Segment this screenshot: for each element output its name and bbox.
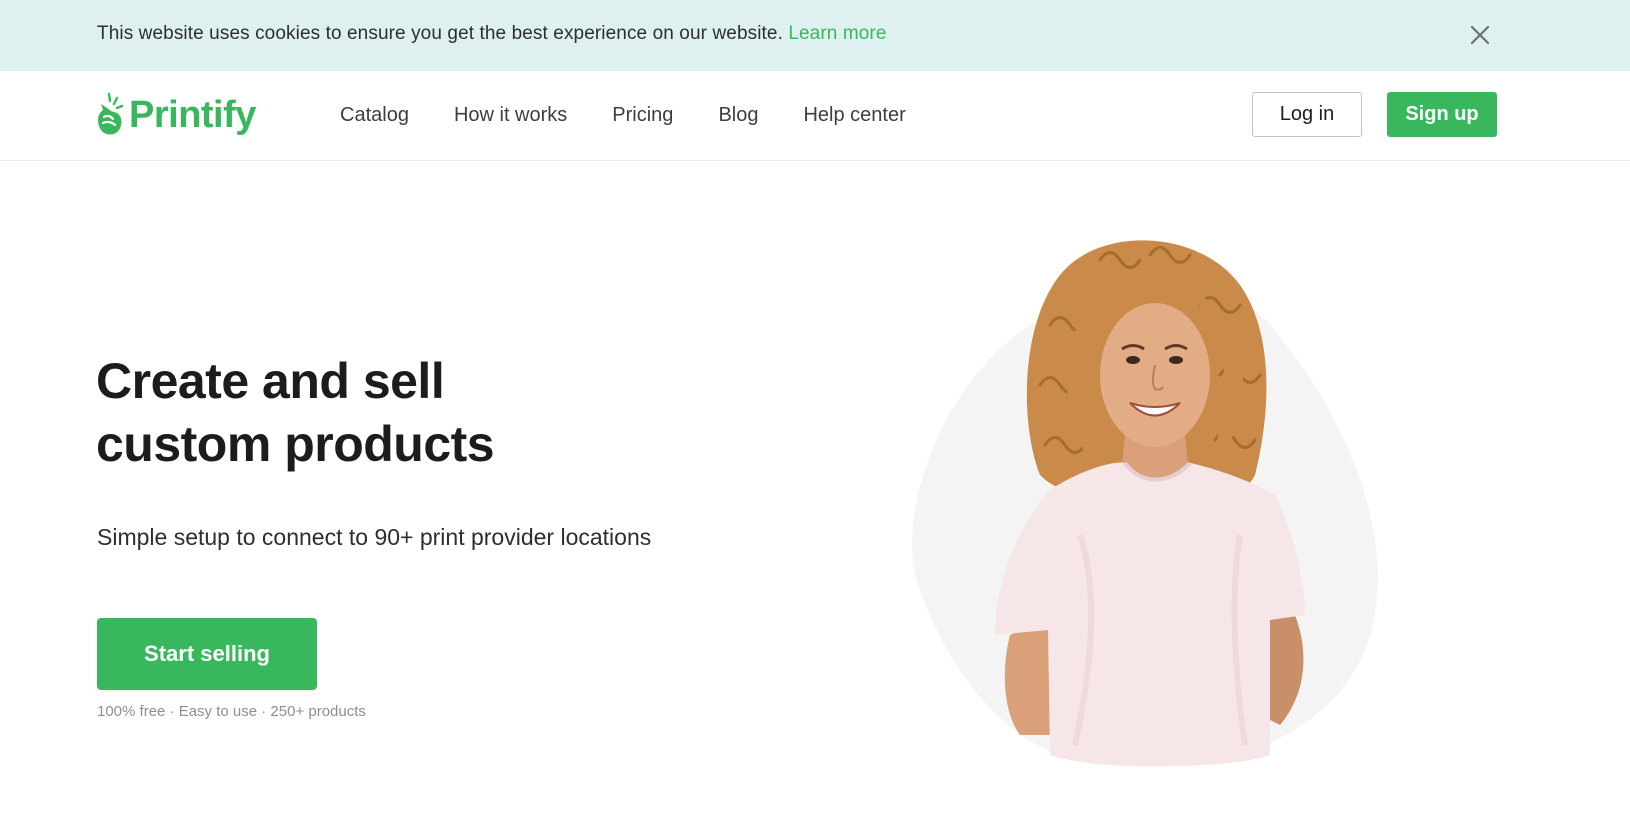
login-button[interactable]: Log in <box>1252 92 1362 137</box>
printify-hand-icon <box>98 92 124 135</box>
main-nav: Catalog How it works Pricing Blog Help c… <box>340 104 951 127</box>
logo-text: Printify <box>129 93 256 136</box>
hero-subtitle: Simple setup to connect to 90+ print pro… <box>97 524 652 550</box>
printify-logo[interactable]: Printify <box>95 91 256 139</box>
woman-in-tshirt-photo <box>900 235 1420 795</box>
nav-help-center[interactable]: Help center <box>803 104 905 127</box>
nav-how-it-works[interactable]: How it works <box>454 104 567 127</box>
cookie-message: This website uses cookies to ensure you … <box>97 23 887 45</box>
hero-note: 100% free · Easy to use · 250+ products <box>97 703 366 720</box>
cookie-message-text: This website uses cookies to ensure you … <box>97 23 783 44</box>
nav-pricing[interactable]: Pricing <box>612 104 673 127</box>
hero-title: Create and sell custom products <box>96 350 616 476</box>
hero-title-line-2: custom products <box>96 416 495 472</box>
start-selling-button[interactable]: Start selling <box>97 618 317 690</box>
signup-button[interactable]: Sign up <box>1387 92 1497 137</box>
nav-blog[interactable]: Blog <box>718 104 758 127</box>
cookie-banner: This website uses cookies to ensure you … <box>0 0 1630 71</box>
hero-title-line-1: Create and sell <box>96 353 445 409</box>
site-header: Printify Catalog How it works Pricing Bl… <box>0 71 1630 161</box>
close-icon[interactable] <box>1467 22 1493 48</box>
learn-more-link[interactable]: Learn more <box>788 23 886 44</box>
nav-catalog[interactable]: Catalog <box>340 104 409 127</box>
